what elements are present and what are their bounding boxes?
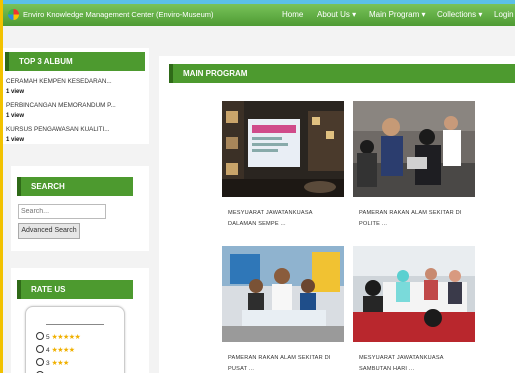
radio-icon[interactable] — [36, 332, 44, 340]
program-caption[interactable]: MESYUARAT JAWATANKUASA SAMBUTAN HARI ... — [359, 353, 475, 373]
main-program-panel: MAIN PROGRAM MESYUARAT JAWATANKUASA DALA… — [159, 56, 515, 373]
album-item[interactable]: PERBINCANGAN MEMORANDUM P... — [6, 102, 116, 109]
rating-option-4[interactable]: 4 ★★★★ — [36, 345, 75, 354]
program-photo[interactable] — [222, 246, 344, 342]
program-photo[interactable] — [353, 246, 475, 342]
top-navbar: Enviro Knowledge Management Center (Envi… — [3, 4, 515, 26]
top-album-widget: TOP 3 ALBUM CERAMAH KEMPEN KESEDARAN... … — [3, 48, 149, 144]
album-view-count: 1 view — [6, 89, 25, 95]
album-item[interactable]: KURSUS PENGAWASAN KUALITI... — [6, 126, 109, 133]
album-view-count: 1 view — [6, 137, 25, 143]
content-area: TOP 3 ALBUM CERAMAH KEMPEN KESEDARAN... … — [3, 26, 515, 373]
site-brand[interactable]: Enviro Knowledge Management Center (Envi… — [23, 10, 214, 19]
main-program-title: MAIN PROGRAM — [169, 64, 515, 83]
nav-about-us[interactable]: About Us ▾ — [317, 10, 356, 19]
radio-icon[interactable] — [36, 345, 44, 353]
divider — [46, 324, 104, 325]
nav-home[interactable]: Home — [282, 10, 303, 19]
program-photo[interactable] — [353, 101, 475, 197]
star-icon: ★★★★★ — [51, 334, 81, 341]
rating-panel: 5 ★★★★★ 4 ★★★★ 3 ★★★ 2 ★★ — [25, 306, 125, 373]
page: Enviro Knowledge Management Center (Envi… — [0, 0, 515, 373]
rating-option-3[interactable]: 3 ★★★ — [36, 358, 69, 367]
star-icon: ★★★★ — [51, 347, 75, 354]
nav-collections[interactable]: Collections ▾ — [437, 10, 482, 19]
radio-icon[interactable] — [36, 358, 44, 366]
sidebar: TOP 3 ALBUM CERAMAH KEMPEN KESEDARAN... … — [3, 26, 156, 373]
program-caption[interactable]: PAMERAN RAKAN ALAM SEKITAR DI POLITE ... — [359, 208, 475, 230]
program-caption[interactable]: PAMERAN RAKAN ALAM SEKITAR DI PUSAT ... — [228, 353, 344, 373]
program-caption[interactable]: MESYUARAT JAWATANKUASA DALAMAN SEMPE ... — [228, 208, 344, 230]
logo-icon[interactable] — [8, 9, 19, 20]
rating-option-5[interactable]: 5 ★★★★★ — [36, 332, 81, 341]
nav-login[interactable]: Login — [494, 10, 514, 19]
top-album-title: TOP 3 ALBUM — [5, 52, 145, 71]
album-view-count: 1 view — [6, 113, 25, 119]
rate-us-title: RATE US — [17, 280, 133, 299]
nav-main-program[interactable]: Main Program ▾ — [369, 10, 425, 19]
search-input[interactable] — [18, 204, 106, 219]
program-photo[interactable] — [222, 101, 344, 197]
search-title: SEARCH — [17, 177, 133, 196]
advanced-search-button[interactable]: Advanced Search — [18, 223, 80, 239]
star-icon: ★★★ — [51, 360, 69, 367]
album-item[interactable]: CERAMAH KEMPEN KESEDARAN... — [6, 78, 112, 85]
